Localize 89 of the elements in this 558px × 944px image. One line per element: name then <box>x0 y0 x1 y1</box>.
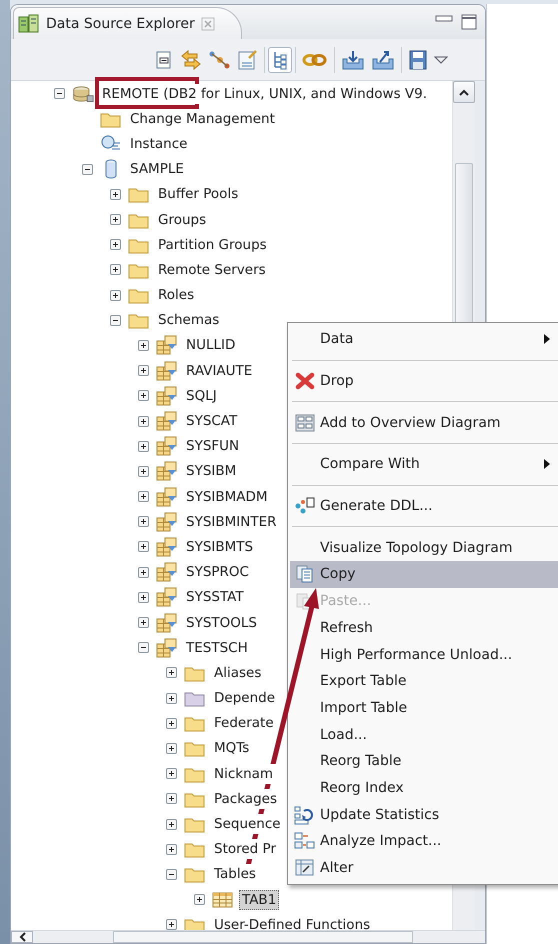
menu-item[interactable]: Compare With <box>290 451 558 478</box>
database-explorer-icon <box>18 14 40 34</box>
database-stack-icon <box>72 84 94 104</box>
menu-item[interactable]: Data <box>290 326 558 353</box>
diagram-icon <box>295 414 315 432</box>
table-icon <box>212 890 234 909</box>
view-menu-icon <box>434 54 448 64</box>
tab-title: Data Source Explorer <box>46 16 195 32</box>
menu-item[interactable]: Copy <box>290 561 558 588</box>
grid-arrows-icon <box>294 832 316 850</box>
minimize-icon[interactable] <box>435 14 453 24</box>
schema-icon <box>156 461 178 482</box>
expand-icon[interactable] <box>138 466 149 477</box>
scroll-up-button[interactable] <box>453 81 475 103</box>
menu-item[interactable]: Import Table <box>290 694 558 722</box>
nodes-icon <box>208 50 230 70</box>
expand-icon[interactable] <box>110 188 121 200</box>
tree-view-button[interactable] <box>268 46 292 72</box>
submenu-arrow-icon <box>544 334 550 344</box>
expand-icon[interactable] <box>166 718 177 729</box>
scrollbar-thumb[interactable] <box>113 931 413 943</box>
expand-icon[interactable] <box>166 742 177 754</box>
menu-item[interactable]: Reorg Table <box>290 748 558 775</box>
expand-icon[interactable] <box>138 541 149 552</box>
document-icon <box>295 565 315 584</box>
schema-icon <box>156 562 178 582</box>
expand-icon[interactable] <box>110 264 121 276</box>
statistics-icon <box>294 804 316 825</box>
scroll-left-button[interactable] <box>11 931 33 943</box>
expand-icon[interactable] <box>138 491 149 502</box>
expand-icon[interactable] <box>138 440 149 452</box>
collapse-icon[interactable] <box>138 642 149 654</box>
expand-icon[interactable] <box>194 894 205 906</box>
menu-item[interactable]: Analyze Impact... <box>290 828 558 855</box>
tray-out-icon <box>371 48 395 70</box>
schema-icon <box>156 638 178 658</box>
expand-icon[interactable] <box>166 919 177 930</box>
expand-icon[interactable] <box>138 617 149 628</box>
menu-item[interactable]: Load... <box>290 721 558 748</box>
table-edit-icon <box>295 859 315 878</box>
expand-icon[interactable] <box>138 365 149 376</box>
menu-item[interactable]: Add to Overview Diagram <box>290 409 558 436</box>
expand-icon[interactable] <box>138 416 149 427</box>
expand-icon[interactable] <box>110 214 121 226</box>
tree-item[interactable]: TAB1 <box>239 890 280 910</box>
submenu-arrow-icon <box>544 459 550 470</box>
two-arrows-icon <box>180 48 202 70</box>
view-tab[interactable]: Data Source Explorer <box>13 7 242 39</box>
schema-icon <box>156 411 178 432</box>
expand-icon[interactable] <box>166 692 177 704</box>
expand-icon[interactable] <box>166 793 177 804</box>
schema-icon <box>156 587 178 608</box>
collapse-icon[interactable] <box>166 868 177 880</box>
schema-icon <box>156 386 178 406</box>
menu-item[interactable]: Reorg Index <box>290 774 558 802</box>
maximize-icon[interactable] <box>461 14 477 30</box>
schema-icon <box>156 360 178 381</box>
menu-item[interactable]: High Performance Unload... <box>290 641 558 668</box>
expand-icon[interactable] <box>166 667 177 678</box>
expand-icon[interactable] <box>110 290 121 301</box>
schema-icon <box>156 436 178 456</box>
tray-in-icon <box>341 48 365 70</box>
schema-icon <box>156 335 178 356</box>
menu-item[interactable]: Alter <box>290 854 558 882</box>
collapse-icon[interactable] <box>82 164 93 175</box>
expand-icon[interactable] <box>138 390 149 402</box>
expand-icon[interactable] <box>138 566 149 578</box>
menu-item[interactable]: Update Statistics <box>290 801 558 828</box>
expand-icon[interactable] <box>110 239 121 250</box>
schema-icon <box>156 612 178 633</box>
collapse-icon[interactable] <box>110 314 121 326</box>
expand-icon[interactable] <box>166 818 177 830</box>
expand-icon[interactable] <box>138 340 149 351</box>
nodes-document-icon <box>294 497 316 516</box>
expand-icon[interactable] <box>166 844 177 855</box>
menu-item[interactable]: Generate DDL... <box>290 492 558 520</box>
expand-icon[interactable] <box>138 516 149 528</box>
cross-icon <box>295 372 315 390</box>
schema-icon <box>156 536 178 557</box>
menu-item[interactable]: Drop <box>290 368 558 394</box>
expand-icon[interactable] <box>138 592 149 603</box>
menu-item[interactable]: Refresh <box>290 614 558 642</box>
sql-file-icon <box>236 48 258 70</box>
collapse-icon[interactable] <box>54 88 65 100</box>
schema-icon <box>156 486 178 507</box>
menu-item[interactable]: Visualize Topology Diagram <box>290 534 558 562</box>
expand-icon[interactable] <box>166 768 177 780</box>
menu-item[interactable]: Export Table <box>290 668 558 695</box>
schema-icon <box>156 512 178 532</box>
